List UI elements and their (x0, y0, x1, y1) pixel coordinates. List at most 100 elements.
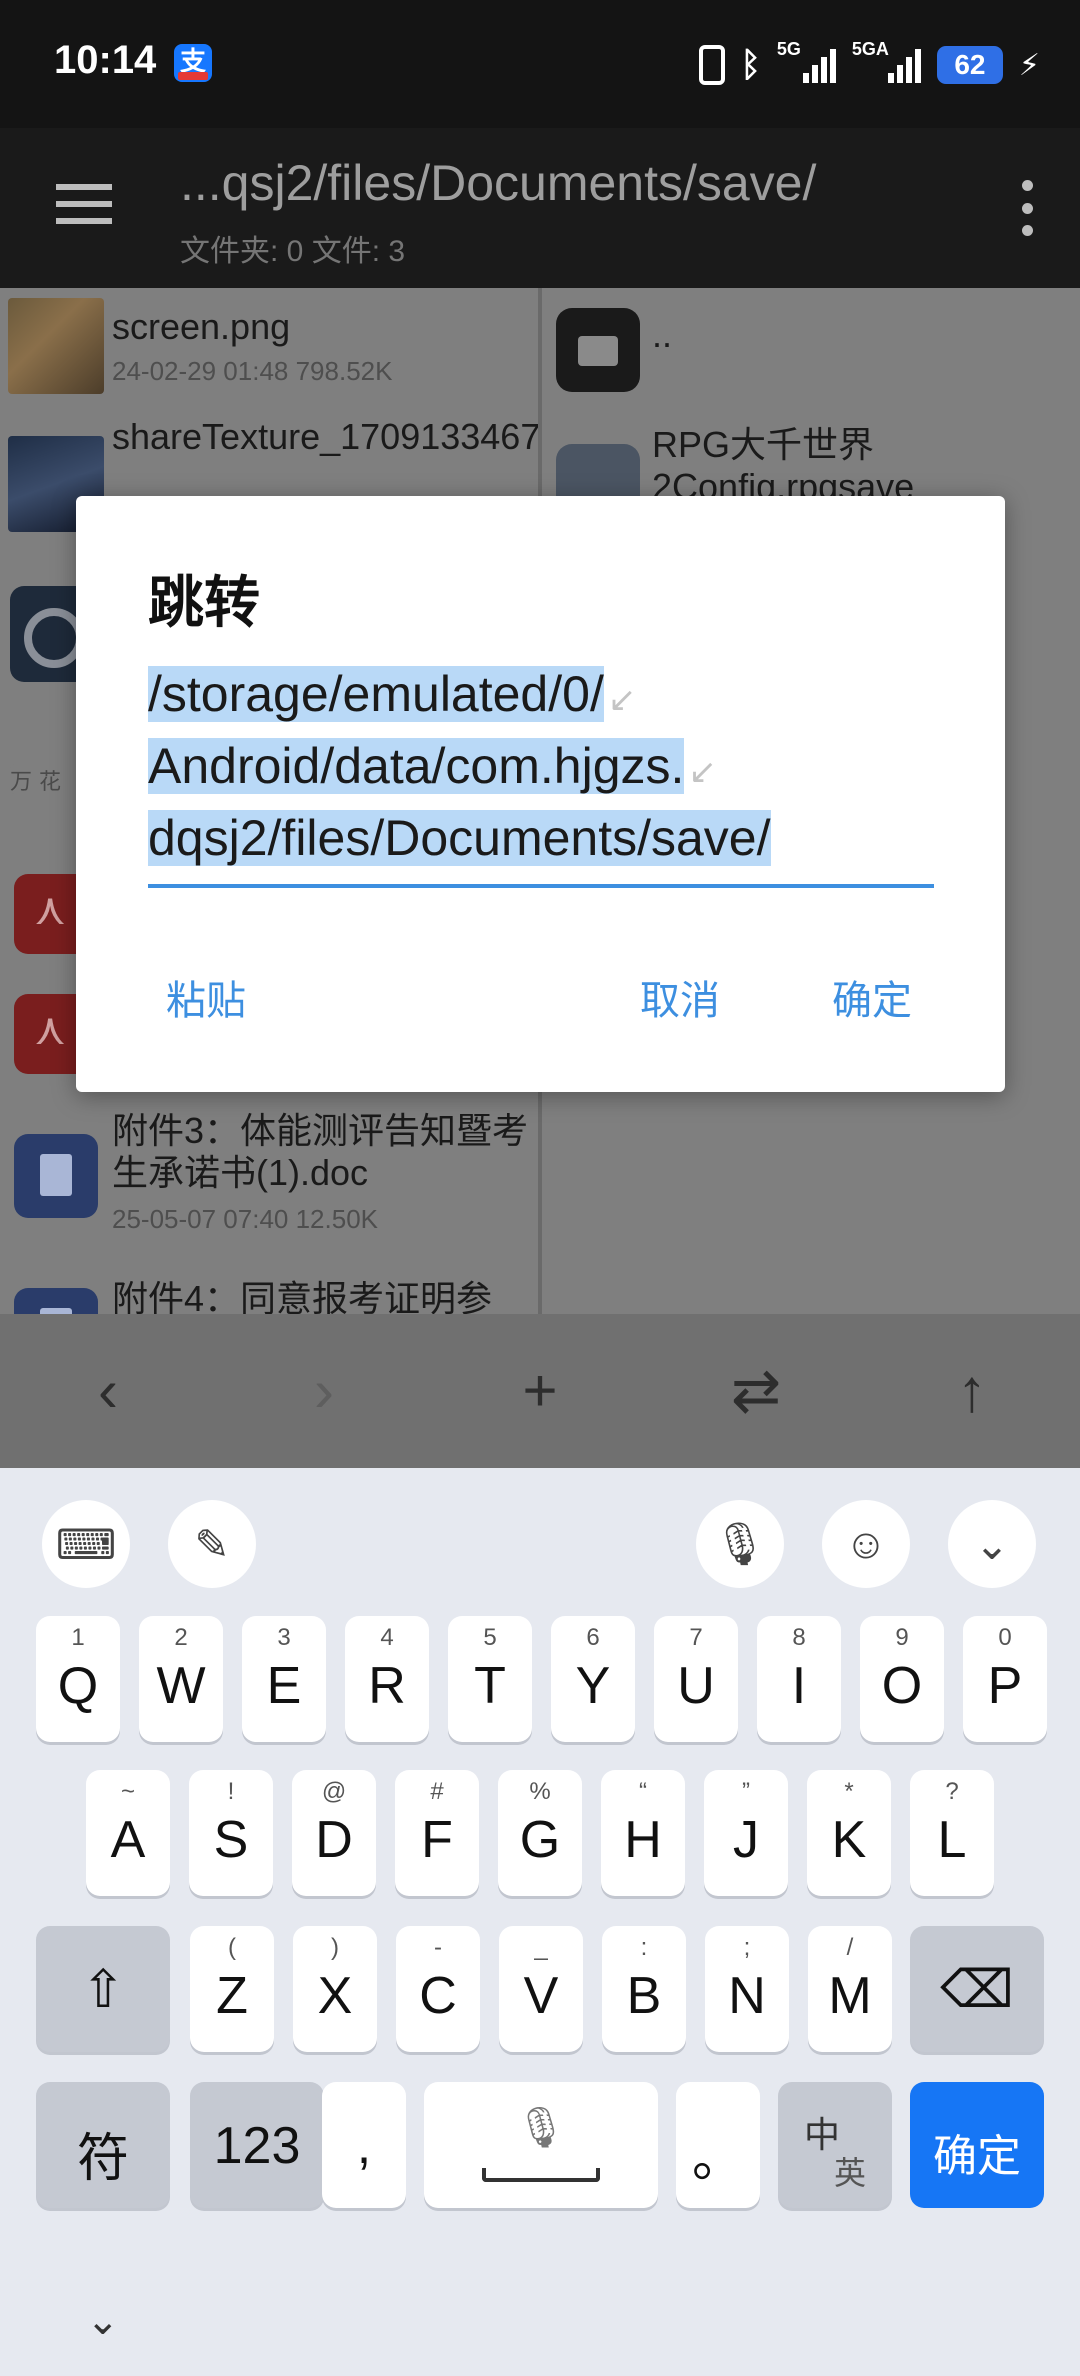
key-d[interactable]: @ D (292, 1770, 376, 1896)
key-h[interactable]: “H (601, 1770, 685, 1896)
key-label: Z (216, 1967, 248, 2025)
key-f[interactable]: # F (395, 1770, 479, 1896)
key-r[interactable]: 4R (345, 1616, 429, 1742)
bluetooth-icon: ᛒ (740, 45, 761, 84)
goto-dialog: 跳转 /storage/emulated/0/↙ Android/data/co… (76, 496, 1005, 1092)
backspace-key[interactable]: ⌫ (910, 1926, 1044, 2052)
key-v[interactable]: _ V (499, 1926, 583, 2052)
key-hint: 0 (998, 1624, 1012, 1651)
key-b[interactable]: :B (602, 1926, 686, 2052)
path-input[interactable]: /storage/emulated/0/↙ Android/data/com.h… (148, 658, 934, 888)
key-hint: ? (945, 1778, 959, 1805)
file-name: shareTexture_1709133467_2.png (112, 416, 538, 457)
key-label: D (315, 1811, 353, 1869)
key-hint: _ (534, 1934, 548, 1961)
numbers-key[interactable]: 123 (190, 2082, 324, 2208)
key-e[interactable]: 3E (242, 1616, 326, 1742)
key-m[interactable]: / M (808, 1926, 892, 2052)
key-hint: ( (228, 1934, 236, 1961)
file-name: 附件3：体能测评告知暨考生承诺书(1).doc (112, 1110, 529, 1193)
space-key[interactable]: 🎙 (424, 2082, 658, 2208)
key-hint: 8 (792, 1624, 806, 1651)
period-key[interactable]: 。 (676, 2082, 760, 2208)
wrap-indicator-icon: ↙ (688, 753, 717, 791)
key-label: T (474, 1657, 506, 1715)
key-c[interactable]: -C (396, 1926, 480, 2052)
key-u[interactable]: 7U (654, 1616, 738, 1742)
menu-icon[interactable] (56, 184, 112, 224)
app-bar: ...qsj2/files/Documents/save/ 文件夹: 0 文件:… (0, 128, 1080, 288)
ai-pen-icon[interactable]: ✎ (168, 1500, 256, 1588)
more-options-icon[interactable] (1020, 180, 1034, 236)
keyboard-switch-icon[interactable]: ⌨ (42, 1500, 130, 1588)
shift-key[interactable]: ⇧ (36, 1926, 170, 2052)
key-hint: 2 (174, 1624, 188, 1651)
collapse-keyboard-icon[interactable]: ⌄ (86, 2298, 120, 2344)
voice-input-icon[interactable]: 🎙 (696, 1500, 784, 1588)
key-j[interactable]: ” J (704, 1770, 788, 1896)
doc-icon (14, 1134, 98, 1218)
key-s[interactable]: ! S (189, 1770, 273, 1896)
lang-bottom-label: 英 (834, 2155, 867, 2191)
symbols-key[interactable]: 符 (36, 2082, 170, 2208)
path-line-2: Android/data/com.hjgzs. (148, 738, 685, 794)
key-o[interactable]: 9O (860, 1616, 944, 1742)
key-x[interactable]: ) X (293, 1926, 377, 2052)
swap-icon[interactable]: ⇄ (716, 1351, 796, 1431)
key-q[interactable]: 1Q (36, 1616, 120, 1742)
key-hint: 6 (586, 1624, 600, 1651)
confirm-button[interactable]: 确定 (832, 968, 912, 1026)
file-item-attachment-4[interactable]: 附件4：同意报考证明参 (0, 1278, 538, 1314)
vibrate-icon (698, 45, 725, 85)
back-arrow-icon[interactable]: ‹ (68, 1351, 148, 1431)
key-label: G (519, 1811, 561, 1869)
key-hint: ” (742, 1778, 750, 1805)
key-p[interactable]: 0P (963, 1616, 1047, 1742)
language-switch-key[interactable]: 中 英 (778, 2082, 892, 2208)
key-w[interactable]: 2W (139, 1616, 223, 1742)
file-item-screen[interactable]: screen.png 24-02-29 01:48 798.52K (0, 288, 538, 408)
key-k[interactable]: * K (807, 1770, 891, 1896)
dialog-title: 跳转 (148, 571, 260, 634)
key-hint: “ (639, 1778, 647, 1805)
signal-icon-1: 5G (777, 39, 836, 83)
key-label: J (733, 1811, 759, 1869)
key-i[interactable]: 8I (757, 1616, 841, 1742)
cancel-button[interactable]: 取消 (640, 968, 720, 1026)
parent-folder-label[interactable]: .. (652, 314, 1072, 356)
emoji-icon[interactable]: ☺ (822, 1500, 910, 1588)
comma-key[interactable]: , (322, 2082, 406, 2208)
key-label: W (156, 1657, 206, 1715)
key-n[interactable]: ; N (705, 1926, 789, 2052)
status-bar: 10:14 支 ᛒ 5G 5GA 62 ⚡ (0, 0, 1080, 128)
paste-button[interactable]: 粘贴 (166, 968, 246, 1026)
mic-icon: 🎙 (515, 2106, 567, 2150)
key-g[interactable]: % G (498, 1770, 582, 1896)
bottom-toolbar: ‹ › + ⇄ ↑ (0, 1314, 1080, 1468)
key-z[interactable]: (Z (190, 1926, 274, 2052)
key-label: C (419, 1967, 457, 2025)
enter-key-label: 确定 (933, 2132, 1021, 2181)
key-hint: - (434, 1934, 442, 1961)
enter-key[interactable]: 确定 (910, 2082, 1044, 2208)
key-label: M (828, 1967, 872, 2025)
up-arrow-icon[interactable]: ↑ (932, 1351, 1012, 1431)
hide-keyboard-icon[interactable]: ⌄ (948, 1500, 1036, 1588)
add-icon[interactable]: + (500, 1351, 580, 1431)
forward-arrow-icon[interactable]: › (284, 1351, 364, 1431)
key-a[interactable]: ~ A (86, 1770, 170, 1896)
key-l[interactable]: ? L (910, 1770, 994, 1896)
file-item-attachment-3[interactable]: 附件3：体能测评告知暨考生承诺书(1).doc 25-05-07 07:40 1… (0, 1110, 538, 1250)
key-label: N (728, 1967, 766, 2025)
key-label: X (317, 1967, 353, 2025)
key-label: A (110, 1811, 146, 1869)
input-underline (148, 884, 934, 888)
folder-icon[interactable] (556, 308, 640, 392)
key-t[interactable]: 5T (448, 1616, 532, 1742)
key-hint: ! (227, 1778, 235, 1805)
signal-label-1: 5G (776, 39, 801, 59)
signal-label-2: 5GA (851, 39, 889, 59)
key-hint: / (846, 1934, 854, 1961)
alipay-notification-icon: 支 (174, 44, 212, 82)
key-y[interactable]: 6Y (551, 1616, 635, 1742)
